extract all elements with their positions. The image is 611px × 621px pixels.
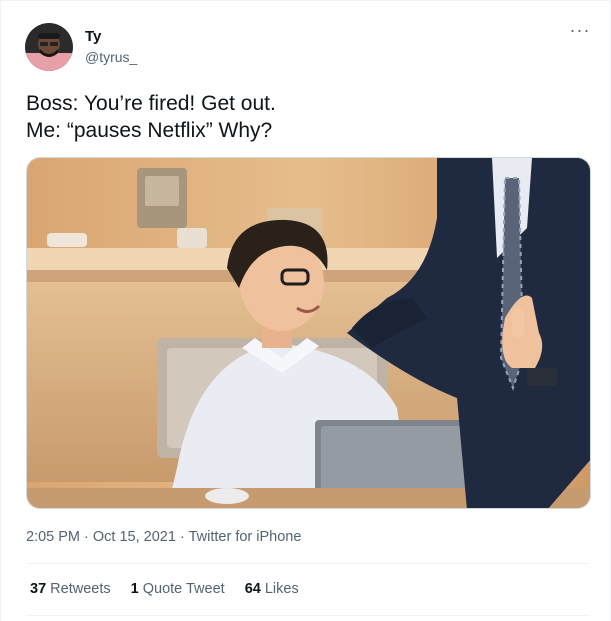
quote-tweets-stat[interactable]: 1 Quote Tweet bbox=[131, 581, 225, 597]
tweet-card: Ty @tyrus_ ··· Boss: You’re fired! Get o… bbox=[0, 0, 611, 621]
author-names: Ty @tyrus_ bbox=[85, 28, 137, 66]
quote-tweets-count: 1 bbox=[130, 581, 139, 597]
likes-stat[interactable]: 64 Likes bbox=[245, 581, 299, 597]
retweets-count: 37 bbox=[30, 581, 47, 597]
tweet-meta: 2:05 PM · Oct 15, 2021 · Twitter for iPh… bbox=[26, 529, 301, 545]
photo-illustration bbox=[27, 158, 590, 508]
avatar[interactable] bbox=[25, 23, 73, 71]
display-name[interactable]: Ty bbox=[85, 28, 137, 46]
meta-separator: · bbox=[84, 529, 89, 545]
tweet-photo[interactable] bbox=[26, 157, 591, 509]
tweet-stats: 37 Retweets 1 Quote Tweet 64 Likes bbox=[30, 581, 319, 597]
tweet-text: Boss: You’re fired! Get out. Me: “pauses… bbox=[26, 90, 586, 144]
likes-count: 64 bbox=[244, 581, 261, 597]
tweet-time[interactable]: 2:05 PM bbox=[26, 529, 80, 545]
likes-label: Likes bbox=[264, 581, 299, 597]
tweet-line: Me: “pauses Netflix” Why? bbox=[26, 119, 273, 142]
divider bbox=[26, 615, 590, 616]
retweets-label: Retweets bbox=[50, 581, 111, 597]
meta-separator: · bbox=[179, 529, 185, 545]
tweet-line: Boss: You’re fired! Get out. bbox=[26, 92, 276, 115]
user-handle[interactable]: @tyrus_ bbox=[85, 48, 137, 66]
more-options-icon[interactable]: ··· bbox=[568, 21, 592, 43]
tweet-header: Ty @tyrus_ bbox=[25, 23, 137, 71]
tweet-date[interactable]: Oct 15, 2021 bbox=[93, 529, 176, 545]
avatar-image bbox=[25, 23, 73, 71]
tweet-source[interactable]: Twitter for iPhone bbox=[189, 529, 302, 545]
quote-tweets-label: Quote Tweet bbox=[142, 581, 225, 597]
divider bbox=[26, 563, 590, 564]
retweets-stat[interactable]: 37 Retweets bbox=[30, 581, 111, 597]
